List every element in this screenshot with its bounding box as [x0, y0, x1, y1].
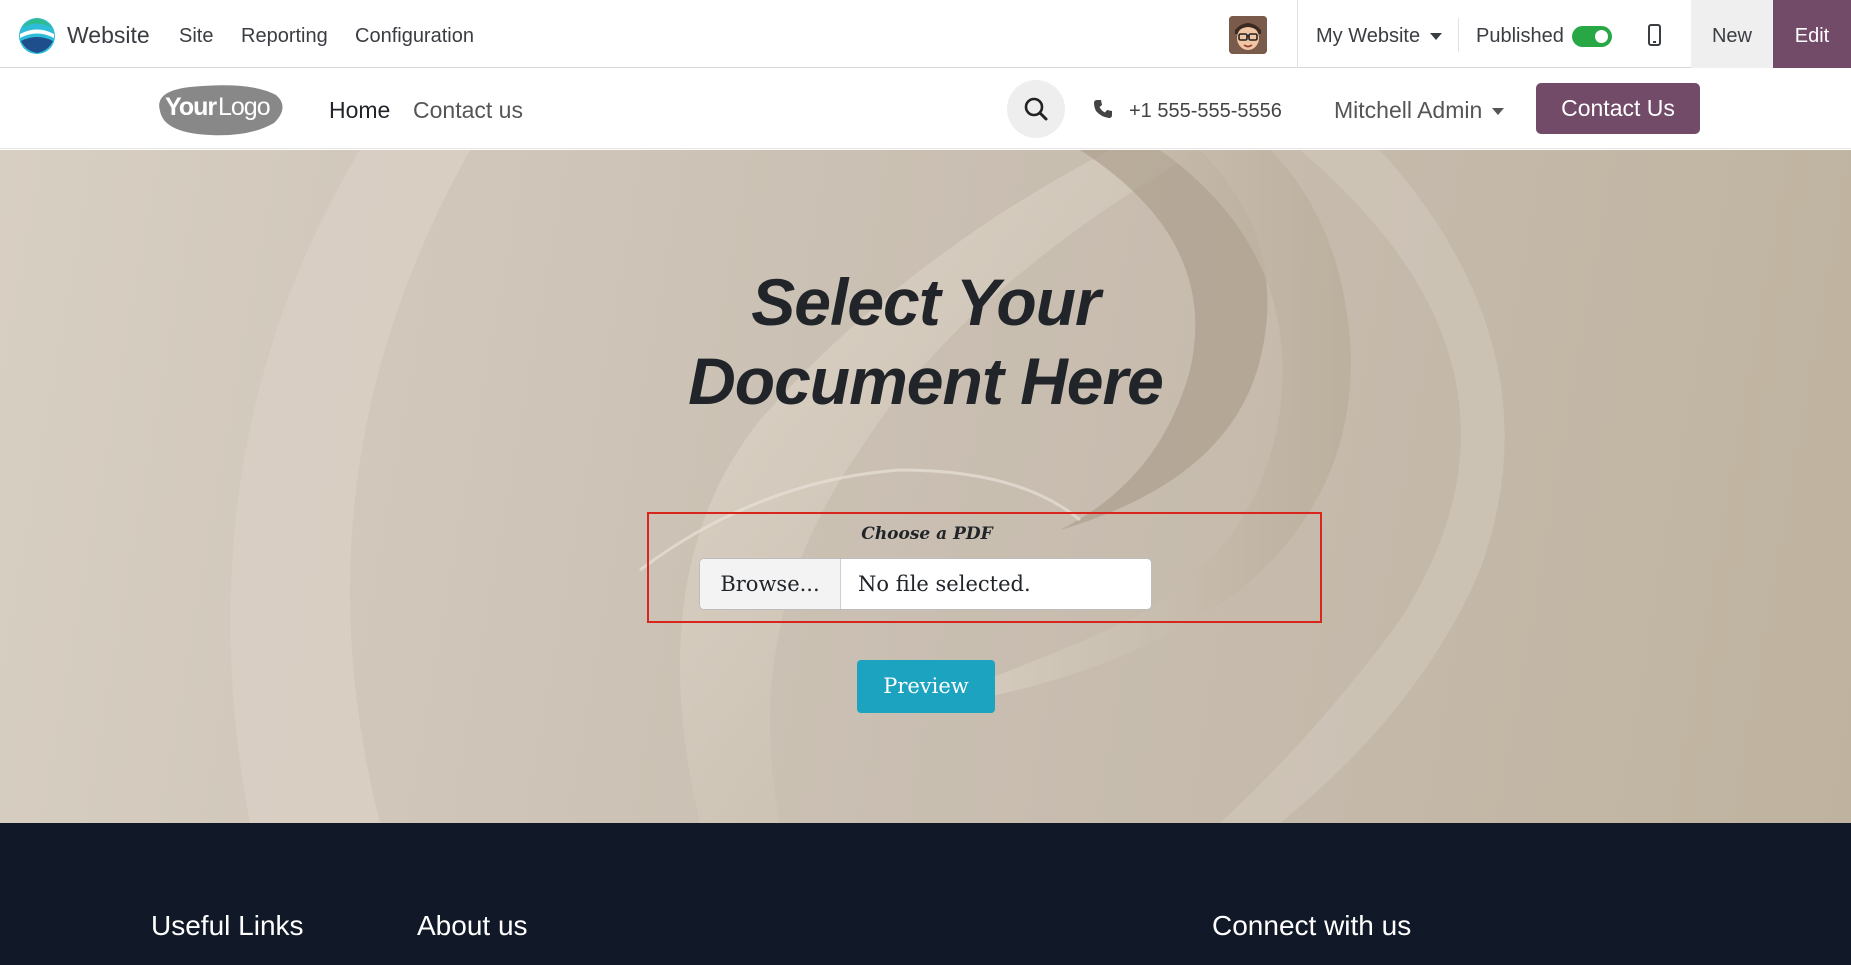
- hero-section: Select Your Document Here Choose a PDF B…: [0, 150, 1851, 823]
- search-icon: [1024, 97, 1048, 121]
- footer: Useful Links About us Connect with us: [0, 823, 1851, 965]
- browse-button[interactable]: Browse...: [700, 559, 841, 609]
- menu-reporting[interactable]: Reporting: [241, 25, 328, 48]
- divider: [1297, 0, 1298, 68]
- svg-text:Logo: Logo: [218, 93, 270, 121]
- search-button[interactable]: [1007, 80, 1065, 138]
- footer-heading-connect: Connect with us: [1212, 910, 1412, 941]
- chevron-down-icon: [1430, 33, 1443, 41]
- phone-number[interactable]: +1 555-555-5556: [1129, 100, 1282, 123]
- mobile-preview-icon[interactable]: [1648, 24, 1661, 46]
- user-avatar[interactable]: [1229, 16, 1267, 54]
- nav-contact-us[interactable]: Contact us: [413, 97, 523, 124]
- chevron-down-icon: [1492, 108, 1505, 116]
- menu-site[interactable]: Site: [179, 25, 213, 48]
- page-title: Select Your Document Here: [688, 265, 1164, 418]
- svg-text:Your: Your: [165, 93, 217, 121]
- edit-button[interactable]: Edit: [1773, 0, 1851, 68]
- your-logo[interactable]: Your Logo: [150, 81, 286, 137]
- contact-us-button[interactable]: Contact Us: [1536, 83, 1700, 134]
- upload-label: Choose a PDF: [861, 524, 993, 544]
- footer-heading-about-us: About us: [417, 910, 528, 941]
- published-label: Published: [1476, 25, 1564, 47]
- toggle-knob: [1595, 30, 1608, 43]
- avatar-face-icon: [1229, 16, 1267, 54]
- published-toggle[interactable]: [1572, 26, 1612, 47]
- odoo-top-bar: Website Site Reporting Configuration My …: [0, 0, 1851, 68]
- app-name[interactable]: Website: [67, 22, 150, 49]
- website-app-icon[interactable]: [18, 17, 56, 55]
- user-menu[interactable]: Mitchell Admin: [1334, 97, 1505, 124]
- phone-icon: [1094, 100, 1112, 118]
- menu-configuration[interactable]: Configuration: [355, 25, 474, 48]
- divider: [1458, 18, 1459, 52]
- new-button[interactable]: New: [1691, 0, 1773, 68]
- preview-button[interactable]: Preview: [857, 660, 995, 713]
- website-header: Your Logo Home Contact us +1 555-555-555…: [0, 69, 1851, 149]
- user-name: Mitchell Admin: [1334, 97, 1483, 123]
- background-image: [230, 150, 1505, 823]
- footer-heading-useful-links: Useful Links: [151, 910, 304, 941]
- website-selector-label: My Website: [1316, 25, 1421, 47]
- file-status: No file selected.: [858, 572, 1031, 596]
- pdf-file-input[interactable]: Browse... No file selected.: [699, 558, 1152, 610]
- website-selector[interactable]: My Website: [1316, 25, 1443, 48]
- nav-home[interactable]: Home: [329, 97, 390, 124]
